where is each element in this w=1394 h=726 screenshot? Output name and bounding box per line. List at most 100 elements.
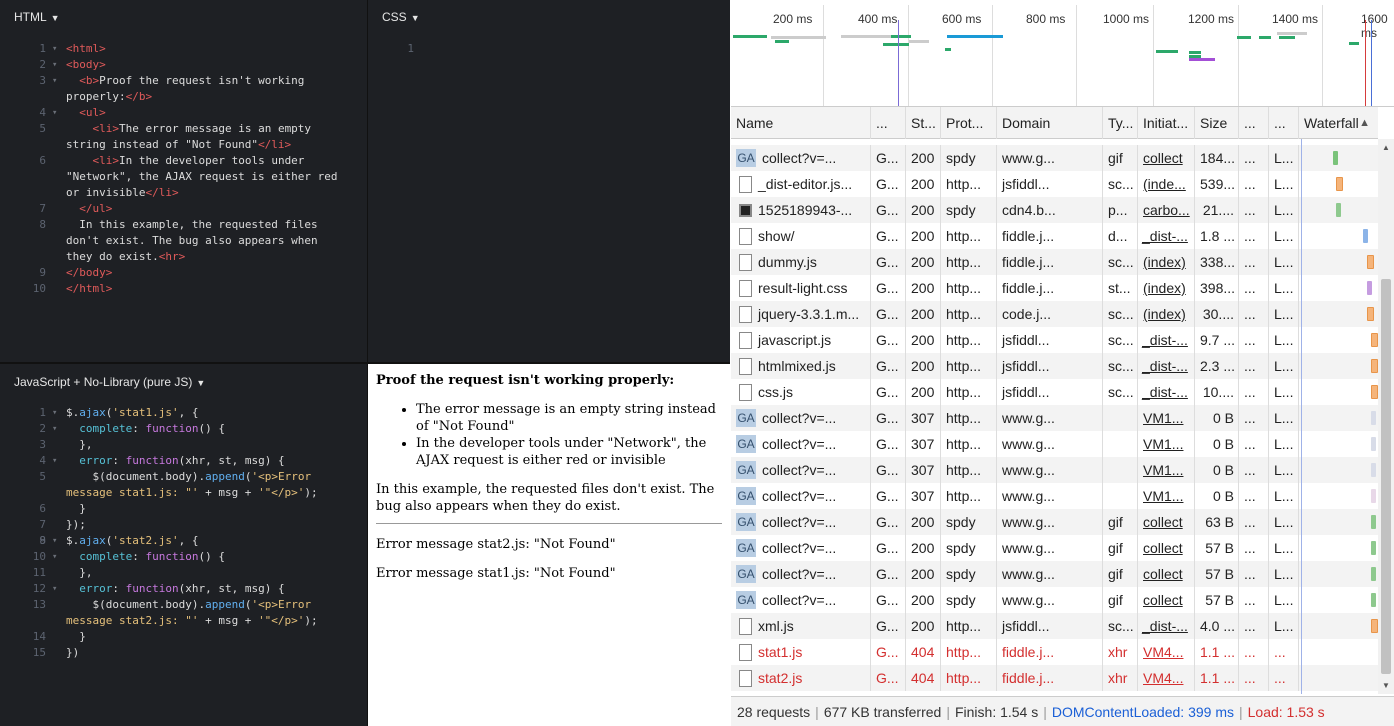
- col-initiator-header[interactable]: Initiat...: [1138, 107, 1195, 139]
- code-line[interactable]: they do exist.<hr>: [0, 249, 367, 265]
- table-row[interactable]: jquery-3.3.1.m... G... 200 http... code.j...…: [731, 301, 1378, 327]
- table-row[interactable]: GA collect?v=... G... 307 http... www.g... VM1…: [731, 431, 1378, 457]
- cell-initiator[interactable]: VM1...: [1138, 457, 1195, 483]
- cell-name[interactable]: jquery-3.3.1.m...: [731, 301, 871, 327]
- initiator-link[interactable]: (index): [1143, 306, 1186, 322]
- code-line[interactable]: 1 ▾ <html>: [0, 41, 367, 57]
- code-line[interactable]: 15}): [0, 645, 367, 661]
- cell-initiator[interactable]: _dist-...: [1138, 223, 1195, 249]
- fold-arrow-icon[interactable]: ▾: [52, 73, 57, 89]
- code-line[interactable]: 6 }: [0, 501, 367, 517]
- cell-name[interactable]: GA collect?v=...: [731, 509, 871, 535]
- code-line[interactable]: or invisible</li>: [0, 185, 367, 201]
- code-line[interactable]: 4 ▾ <ul>: [0, 105, 367, 121]
- col-status-header[interactable]: St...: [906, 107, 941, 139]
- initiator-link[interactable]: collect: [1143, 566, 1183, 582]
- cell-name[interactable]: htmlmixed.js: [731, 353, 871, 379]
- initiator-link[interactable]: _dist-...: [1142, 332, 1188, 348]
- js-panel-header[interactable]: JavaScript + No-Library (pure JS) ▼: [0, 364, 367, 400]
- table-row[interactable]: GA collect?v=... G... 200 spdy www.g... gif col…: [731, 535, 1378, 561]
- cell-name[interactable]: dummy.js: [731, 249, 871, 275]
- table-row[interactable]: stat1.js G... 404 http... fiddle.j... xhr VM4.…: [731, 639, 1378, 665]
- scrollbar-thumb[interactable]: [1381, 279, 1391, 674]
- cell-initiator[interactable]: _dist-...: [1138, 327, 1195, 353]
- code-line[interactable]: 9 </body>: [0, 265, 367, 281]
- cell-initiator[interactable]: VM1...: [1138, 405, 1195, 431]
- css-panel-header[interactable]: CSS ▼: [368, 0, 730, 34]
- fold-arrow-icon[interactable]: ▾: [52, 581, 57, 597]
- cell-initiator[interactable]: _dist-...: [1138, 353, 1195, 379]
- table-row[interactable]: xml.js G... 200 http... jsfiddl... sc... _dist…: [731, 613, 1378, 639]
- fold-arrow-icon[interactable]: ▾: [52, 421, 57, 437]
- initiator-link[interactable]: collect: [1143, 592, 1183, 608]
- table-row[interactable]: _dist-editor.js... G... 200 http... jsfiddl.…: [731, 171, 1378, 197]
- col-size-header[interactable]: Size: [1195, 107, 1239, 139]
- col-protocol-header[interactable]: Prot...: [941, 107, 997, 139]
- cell-name[interactable]: css.js: [731, 379, 871, 405]
- cell-initiator[interactable]: collect: [1138, 561, 1195, 587]
- col-name-header[interactable]: Name: [731, 107, 871, 139]
- table-row[interactable]: GA collect?v=... G... 200 spdy www.g... gif col…: [731, 145, 1378, 171]
- cell-name[interactable]: javascript.js: [731, 327, 871, 353]
- chevron-down-icon[interactable]: ▼: [51, 13, 60, 23]
- cell-name[interactable]: GA collect?v=...: [731, 431, 871, 457]
- sort-up-icon[interactable]: ▲: [1359, 107, 1370, 139]
- code-line[interactable]: string instead of "Not Found"</li>: [0, 137, 367, 153]
- cell-initiator[interactable]: carbo...: [1138, 197, 1195, 223]
- fold-arrow-icon[interactable]: ▾: [52, 57, 57, 73]
- code-line[interactable]: 5 $(document.body).append('<p>Error: [0, 469, 367, 485]
- code-line[interactable]: 2 ▾ <body>: [0, 57, 367, 73]
- cell-initiator[interactable]: collect: [1138, 587, 1195, 613]
- code-line[interactable]: message stat2.js: "' + msg + '"</p>');: [0, 613, 367, 629]
- cell-name[interactable]: 1525189943-...: [731, 197, 871, 223]
- code-line[interactable]: 2 ▾ complete: function() {: [0, 421, 367, 437]
- initiator-link[interactable]: VM1...: [1143, 462, 1183, 478]
- cell-initiator[interactable]: (index): [1138, 301, 1195, 327]
- table-row[interactable]: 1525189943-... G... 200 spdy cdn4.b... p... ca…: [731, 197, 1378, 223]
- table-row[interactable]: show/G... 200 http... fiddle.j... d... _dist-…: [731, 223, 1378, 249]
- initiator-link[interactable]: (inde...: [1143, 176, 1186, 192]
- table-row[interactable]: htmlmixed.js G... 200 http... jsfiddl... sc..…: [731, 353, 1378, 379]
- table-row[interactable]: javascript.js G... 200 http... jsfiddl... sc.…: [731, 327, 1378, 353]
- initiator-link[interactable]: (index): [1143, 254, 1186, 270]
- table-scrollbar[interactable]: ▲ ▼: [1378, 139, 1394, 694]
- cell-initiator[interactable]: _dist-...: [1138, 613, 1195, 639]
- code-line[interactable]: "Network", the AJAX request is either re…: [0, 169, 367, 185]
- code-line[interactable]: 11 },: [0, 565, 367, 581]
- cell-initiator[interactable]: (index): [1138, 249, 1195, 275]
- col-waterfall-header[interactable]: Waterfall ▲: [1299, 107, 1378, 139]
- initiator-link[interactable]: _dist-...: [1142, 228, 1188, 244]
- cell-name[interactable]: stat2.js: [731, 665, 871, 691]
- chevron-down-icon[interactable]: ▼: [411, 13, 420, 23]
- code-line[interactable]: 1 ▾ $.ajax('stat1.js', {: [0, 405, 367, 421]
- fold-arrow-icon[interactable]: ▾: [52, 549, 57, 565]
- cell-name[interactable]: GA collect?v=...: [731, 145, 871, 171]
- initiator-link[interactable]: collect: [1143, 514, 1183, 530]
- scroll-down-icon[interactable]: ▼: [1378, 681, 1394, 690]
- initiator-link[interactable]: carbo...: [1143, 202, 1190, 218]
- cell-initiator[interactable]: VM4...: [1138, 639, 1195, 665]
- initiator-link[interactable]: VM4...: [1143, 644, 1183, 660]
- table-row[interactable]: css.js G... 200 http... jsfiddl... sc... _dist…: [731, 379, 1378, 405]
- table-row[interactable]: GA collect?v=... G... 307 http... www.g... VM1…: [731, 405, 1378, 431]
- cell-name[interactable]: GA collect?v=...: [731, 483, 871, 509]
- html-panel-header[interactable]: HTML ▼: [0, 0, 367, 34]
- code-line[interactable]: 3 },: [0, 437, 367, 453]
- cell-initiator[interactable]: VM1...: [1138, 483, 1195, 509]
- code-line[interactable]: 9 ▾ $.ajax('stat2.js', {: [0, 533, 367, 549]
- cell-name[interactable]: stat1.js: [731, 639, 871, 665]
- fold-arrow-icon[interactable]: ▾: [52, 453, 57, 469]
- table-row[interactable]: GA collect?v=... G... 200 spdy www.g... gif col…: [731, 561, 1378, 587]
- cell-name[interactable]: GA collect?v=...: [731, 561, 871, 587]
- code-line[interactable]: don't exist. The bug also appears when: [0, 233, 367, 249]
- cell-name[interactable]: xml.js: [731, 613, 871, 639]
- cell-name[interactable]: GA collect?v=...: [731, 535, 871, 561]
- code-line[interactable]: 10 ▾ complete: function() {: [0, 549, 367, 565]
- code-line[interactable]: 6 <li>In the developer tools under: [0, 153, 367, 169]
- table-row[interactable]: dummy.js G... 200 http... fiddle.j... sc... (i…: [731, 249, 1378, 275]
- code-line[interactable]: 5 <li>The error message is an empty: [0, 121, 367, 137]
- cell-name[interactable]: result-light.css: [731, 275, 871, 301]
- cell-name[interactable]: show/: [731, 223, 871, 249]
- table-row[interactable]: GA collect?v=... G... 307 http... www.g... VM1…: [731, 483, 1378, 509]
- col-extra1-header[interactable]: ...: [1239, 107, 1269, 139]
